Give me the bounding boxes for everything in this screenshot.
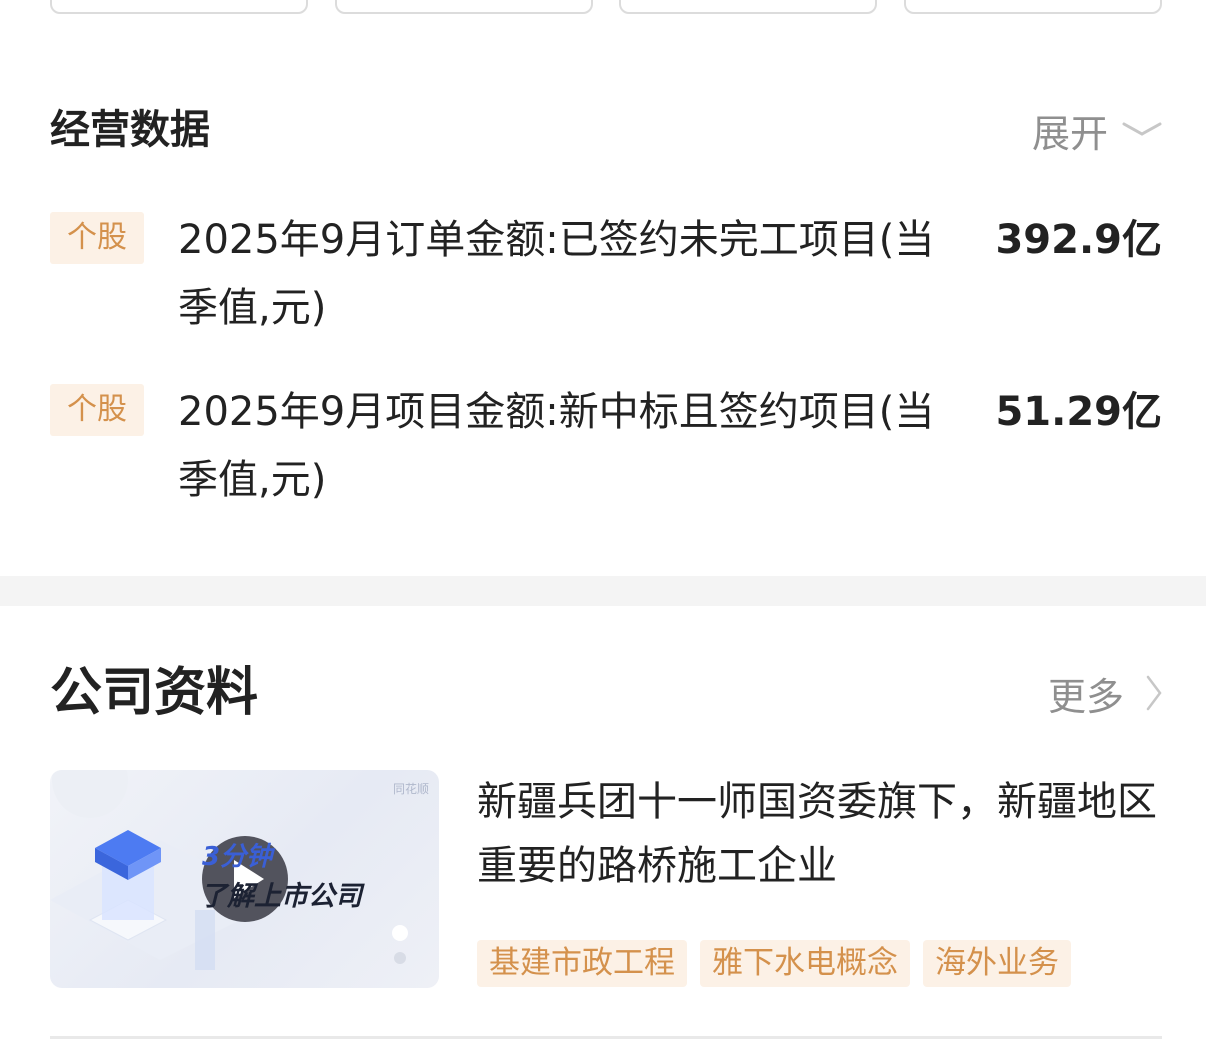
operations-section-title: 经营数据 xyxy=(50,107,210,153)
video-title-line1: 3分钟 xyxy=(202,842,273,872)
section-divider xyxy=(0,576,1206,606)
top-tab-button[interactable] xyxy=(904,0,1162,14)
brand-watermark: 同花顺 xyxy=(392,782,429,796)
top-tab-button[interactable] xyxy=(619,0,877,14)
concept-tags: 基建市政工程 雅下水电概念 海外业务 xyxy=(477,940,1071,987)
company-description: 新疆兵团十一师国资委旗下，新疆地区重要的路桥施工企业 xyxy=(477,779,1157,889)
top-tab-row xyxy=(50,0,1162,14)
expand-label: 展开 xyxy=(1031,111,1108,156)
top-tab-button[interactable] xyxy=(50,0,308,14)
concept-tag[interactable]: 海外业务 xyxy=(923,940,1071,987)
video-title-line2: 了解上市公司 xyxy=(200,881,362,912)
operation-label: 2025年9月项目金额:新中标且签约项目(当季值,元) xyxy=(178,389,935,503)
operation-label: 2025年9月订单金额:已签约未完工项目(当季值,元) xyxy=(178,217,935,331)
more-label: 更多 xyxy=(1047,674,1124,719)
chevron-right-icon xyxy=(1146,675,1162,711)
bottom-divider xyxy=(50,1036,1162,1039)
top-tab-button[interactable] xyxy=(335,0,593,14)
stock-badge: 个股 xyxy=(50,384,144,436)
company-intro-video[interactable]: 同花顺 3分钟 了解上市公司 xyxy=(50,770,439,988)
stock-badge: 个股 xyxy=(50,212,144,264)
operation-value: 51.29亿 xyxy=(995,389,1162,435)
operation-value: 392.9亿 xyxy=(995,217,1162,263)
company-section-title: 公司资料 xyxy=(50,663,259,723)
more-button[interactable]: 更多 xyxy=(1048,666,1162,720)
concept-tag[interactable]: 基建市政工程 xyxy=(477,940,687,987)
expand-button[interactable]: 展开 xyxy=(1032,104,1162,156)
concept-tag[interactable]: 雅下水电概念 xyxy=(700,940,910,987)
chevron-down-icon xyxy=(1122,122,1162,136)
